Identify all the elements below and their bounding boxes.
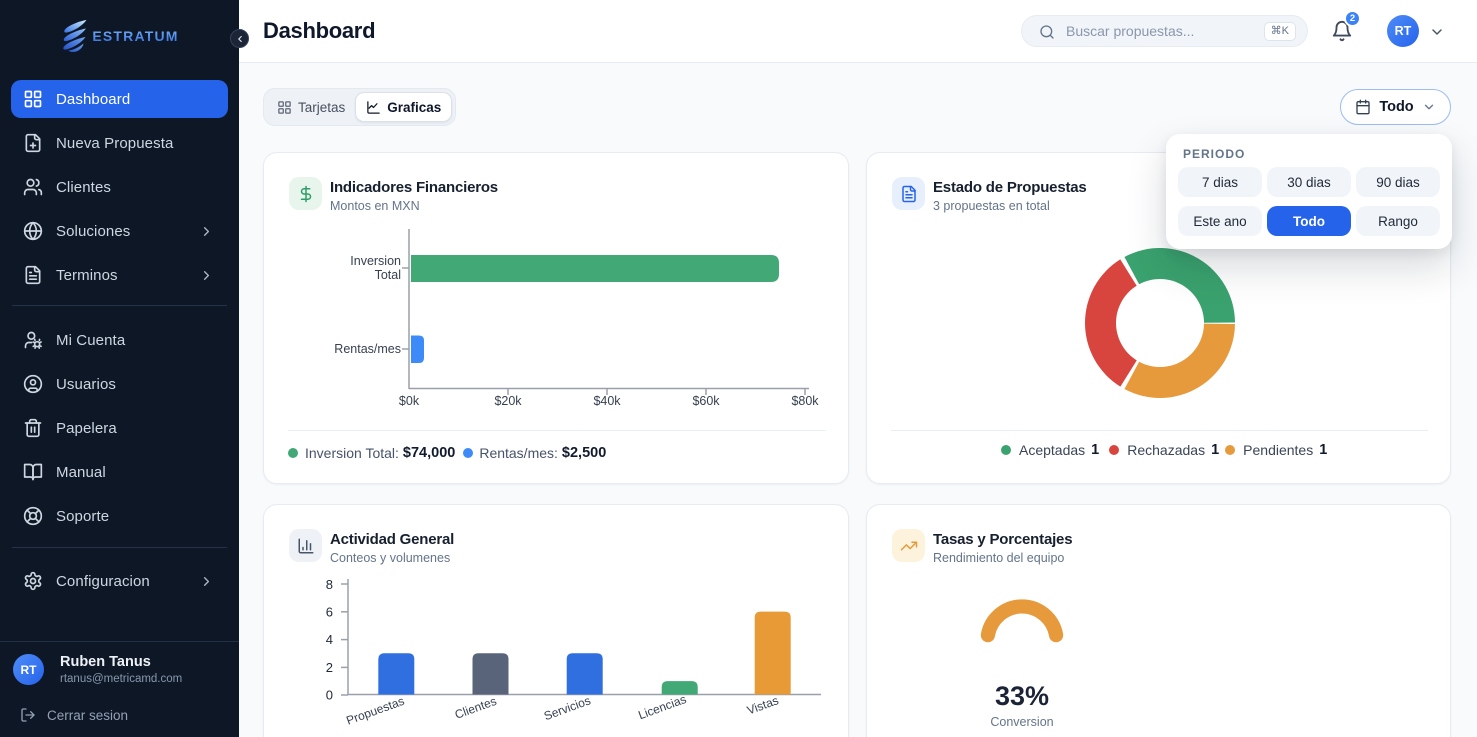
svg-text:Propuestas: Propuestas <box>344 694 406 728</box>
svg-text:Licencias: Licencias <box>636 692 688 722</box>
svg-text:$80k: $80k <box>791 394 819 408</box>
svg-text:$20k: $20k <box>494 394 522 408</box>
svg-text:Clientes: Clientes <box>453 694 499 722</box>
svg-text:Inversion: Inversion <box>350 254 401 268</box>
svg-text:$40k: $40k <box>593 394 621 408</box>
svg-text:$0k: $0k <box>399 394 420 408</box>
svg-text:Rentas/mes: Rentas/mes <box>334 342 401 356</box>
svg-text:$60k: $60k <box>692 394 720 408</box>
svg-text:6: 6 <box>326 605 333 620</box>
svg-text:8: 8 <box>326 577 333 592</box>
svg-text:2: 2 <box>326 660 333 675</box>
svg-text:4: 4 <box>326 632 333 647</box>
svg-text:Total: Total <box>375 268 401 282</box>
svg-text:Servicios: Servicios <box>542 693 593 723</box>
svg-text:Vistas: Vistas <box>745 693 780 717</box>
svg-text:0: 0 <box>326 688 333 703</box>
